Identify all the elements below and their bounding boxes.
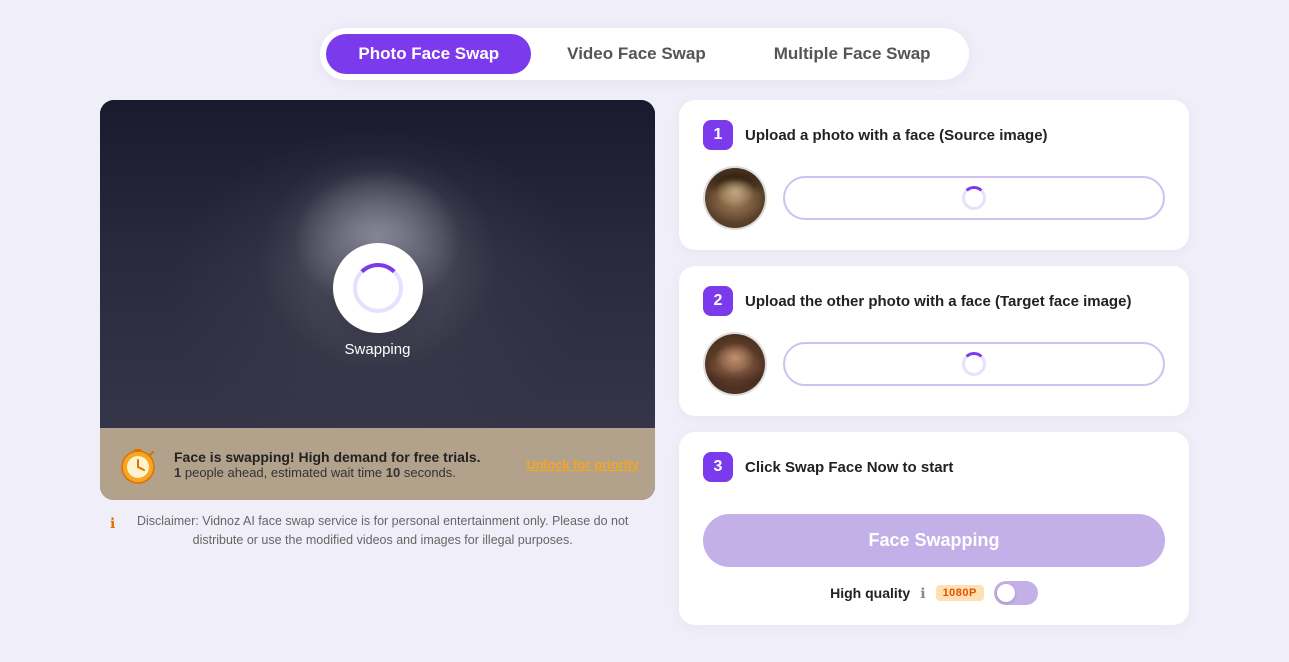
quality-label: High quality <box>830 585 910 601</box>
source-avatar <box>703 166 767 230</box>
step-1-card: 1 Upload a photo with a face (Source ima… <box>679 100 1189 250</box>
step-2-header: 2 Upload the other photo with a face (Ta… <box>703 286 1165 316</box>
image-preview-box: Swapping Face is swapping! High demand f… <box>100 100 655 500</box>
step-2-card: 2 Upload the other photo with a face (Ta… <box>679 266 1189 416</box>
step-3-card: 3 Click Swap Face Now to start Face Swap… <box>679 432 1189 625</box>
swapping-label: Swapping <box>345 341 411 358</box>
ahead-count: 1 <box>174 465 181 480</box>
step-1-content <box>703 166 1165 230</box>
source-loading-ring <box>962 186 986 210</box>
toggle-knob <box>997 584 1015 602</box>
quality-badge: 1080P <box>936 585 984 601</box>
tab-bar: Photo Face Swap Video Face Swap Multiple… <box>0 0 1289 100</box>
quality-toggle[interactable] <box>994 581 1038 605</box>
source-upload-button[interactable] <box>783 176 1165 220</box>
notification-text: Face is swapping! High demand for free t… <box>174 449 512 480</box>
step-3-header: 3 Click Swap Face Now to start <box>703 452 1165 482</box>
info-icon: ℹ <box>110 513 115 534</box>
main-content: Swapping Face is swapping! High demand f… <box>0 100 1289 649</box>
notification-bold: Face is swapping! High demand for free t… <box>174 449 512 465</box>
step-3-number: 3 <box>703 452 733 482</box>
quality-info-icon: ℹ <box>920 585 925 602</box>
swap-face-button[interactable]: Face Swapping <box>703 514 1165 567</box>
wait-seconds: 10 <box>386 465 400 480</box>
tab-multiple[interactable]: Multiple Face Swap <box>742 34 963 74</box>
step-3-title: Click Swap Face Now to start <box>745 459 953 476</box>
disclaimer: ℹ Disclaimer: Vidnoz AI face swap servic… <box>100 512 655 550</box>
notification-sub: 1 people ahead, estimated wait time 10 s… <box>174 465 512 480</box>
target-upload-button[interactable] <box>783 342 1165 386</box>
tab-video[interactable]: Video Face Swap <box>535 34 738 74</box>
step-1-number: 1 <box>703 120 733 150</box>
swapping-overlay: Swapping <box>333 243 423 358</box>
target-avatar <box>703 332 767 396</box>
target-loading-ring <box>962 352 986 376</box>
wait-label: people ahead, estimated wait time <box>185 465 386 480</box>
unlock-priority-link[interactable]: Unlock for priority <box>526 457 639 472</box>
disclaimer-text: Disclaimer: Vidnoz AI face swap service … <box>120 512 645 550</box>
spinner-circle <box>333 243 423 333</box>
quality-row: High quality ℹ 1080P <box>703 581 1165 605</box>
step-2-number: 2 <box>703 286 733 316</box>
tab-container: Photo Face Swap Video Face Swap Multiple… <box>320 28 968 80</box>
right-panel: 1 Upload a photo with a face (Source ima… <box>679 100 1189 625</box>
step-1-header: 1 Upload a photo with a face (Source ima… <box>703 120 1165 150</box>
avatar-2-inner <box>705 334 765 394</box>
left-panel: Swapping Face is swapping! High demand f… <box>100 100 655 625</box>
step-1-title: Upload a photo with a face (Source image… <box>745 127 1048 144</box>
spinner-ring <box>353 263 403 313</box>
avatar-1-inner <box>705 168 765 228</box>
step-2-content <box>703 332 1165 396</box>
notification-bar: Face is swapping! High demand for free t… <box>100 428 655 500</box>
wait-suffix: seconds. <box>404 465 456 480</box>
tab-photo[interactable]: Photo Face Swap <box>326 34 531 74</box>
step-2-title: Upload the other photo with a face (Targ… <box>745 293 1131 310</box>
timer-icon <box>116 442 160 486</box>
